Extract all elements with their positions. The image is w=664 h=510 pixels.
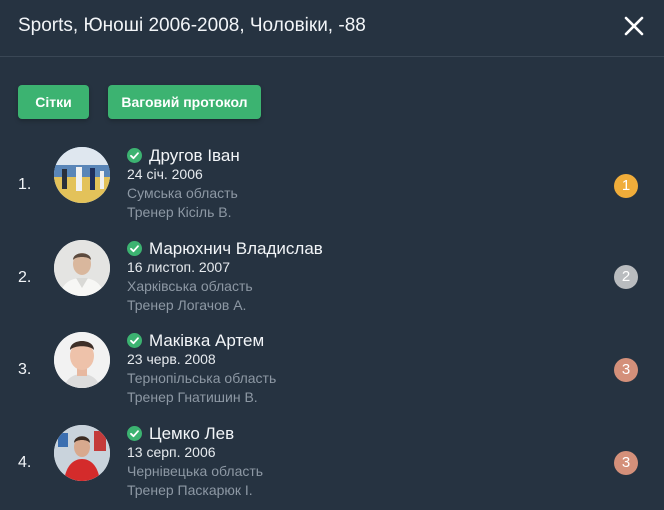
athlete-avatar [54,240,110,296]
athlete-row[interactable]: 2. Марюхнич Владислав 16 листоп. 2007 Ха… [0,239,664,320]
athlete-row[interactable]: 4. Цемко Лев 13 серп. 2006 Чернівецька о… [0,424,664,505]
athlete-rank: 1. [18,176,32,193]
check-circle-icon [127,426,142,441]
check-circle-icon [127,333,142,348]
athlete-rank: 2. [18,269,32,286]
athlete-coach: Тренер Логачов А. [127,297,247,313]
athlete-birth-date: 24 січ. 2006 [127,166,203,182]
athlete-avatar [54,425,110,481]
close-icon[interactable] [620,12,648,40]
athlete-coach: Тренер Гнатишин В. [127,389,258,405]
results-modal: Sports, Юноші 2006-2008, Чоловіки, -88 С… [0,0,664,510]
athlete-name[interactable]: Маківка Артем [149,331,264,351]
modal-title: Sports, Юноші 2006-2008, Чоловіки, -88 [18,15,366,36]
athlete-coach: Тренер Кісіль В. [127,204,232,220]
athlete-row[interactable]: 3. Маківка Артем 23 черв. 2008 Тернопіль… [0,331,664,412]
place-badge: 3 [614,358,638,382]
athlete-name[interactable]: Цемко Лев [149,424,234,444]
athlete-birth-date: 16 листоп. 2007 [127,259,230,275]
place-badge: 3 [614,451,638,475]
grids-button[interactable]: Сітки [18,85,89,119]
athlete-region: Харківська область [127,278,253,294]
check-circle-icon [127,241,142,256]
weigh-in-protocol-button[interactable]: Ваговий протокол [108,85,261,119]
athlete-birth-date: 23 черв. 2008 [127,351,216,367]
place-badge: 2 [614,265,638,289]
athlete-region: Тернопільська область [127,370,277,386]
athlete-region: Чернівецька область [127,463,264,479]
athlete-rank: 4. [18,454,32,471]
athlete-avatar [54,332,110,388]
athlete-row[interactable]: 1. Другов Іван 24 січ. 2006 Сумська обла… [0,146,664,227]
place-badge: 1 [614,174,638,198]
modal-header: Sports, Юноші 2006-2008, Чоловіки, -88 [0,0,664,57]
athlete-avatar [54,147,110,203]
athlete-coach: Тренер Паскарюк І. [127,482,253,498]
athlete-name[interactable]: Другов Іван [149,146,240,166]
athlete-birth-date: 13 серп. 2006 [127,444,216,460]
athlete-region: Сумська область [127,185,238,201]
athlete-name[interactable]: Марюхнич Владислав [149,239,323,259]
check-circle-icon [127,148,142,163]
athlete-rank: 3. [18,361,32,378]
